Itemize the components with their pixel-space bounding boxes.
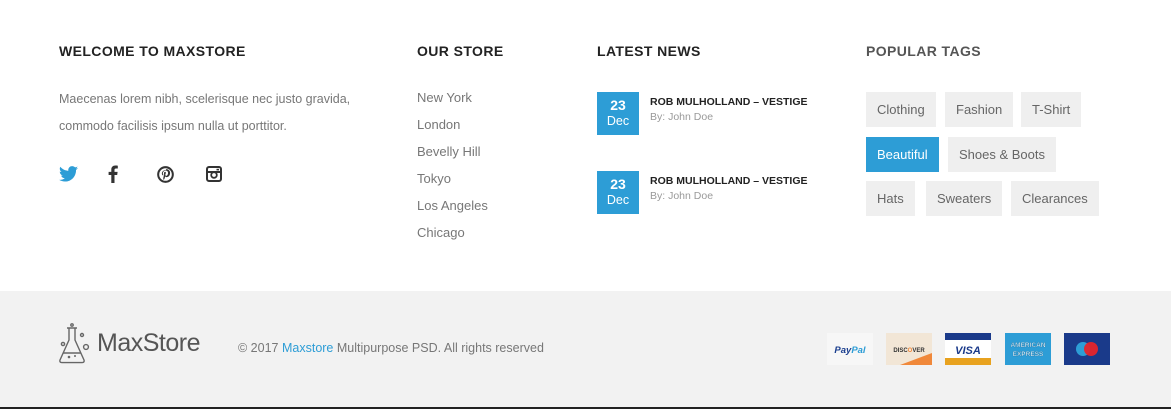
tag-clearances[interactable]: Clearances (1011, 181, 1099, 216)
facebook-icon[interactable] (108, 163, 157, 185)
tag-hats[interactable]: Hats (866, 181, 915, 216)
welcome-text: Maecenas lorem nibh, scelerisque nec jus… (59, 92, 351, 133)
amex-logo: AMERICAN EXPRESS (1005, 333, 1051, 365)
store-title: OUR STORE (417, 43, 504, 59)
svg-text:VISA: VISA (955, 345, 981, 357)
news-author: By: John Doe (650, 190, 714, 202)
copyright: © 2017 Maxstore Multipurpose PSD. All ri… (238, 341, 544, 355)
svg-text:EXPRESS: EXPRESS (1013, 351, 1044, 358)
store-link-chicago[interactable]: Chicago (417, 221, 488, 248)
copyright-prefix: © 2017 (238, 341, 279, 355)
store-link-bevelly-hill[interactable]: Bevelly Hill (417, 140, 488, 167)
news-headline[interactable]: ROB MULHOLLAND – VESTIGE (650, 96, 808, 108)
news-item[interactable]: 23 Dec ROB MULHOLLAND – VESTIGE By: John… (597, 92, 837, 135)
news-day: 23 (610, 97, 626, 113)
tag-t-shirt[interactable]: T-Shirt (1021, 92, 1082, 127)
tag-sweaters[interactable]: Sweaters (926, 181, 1003, 216)
copyright-brand-link[interactable]: Maxstore (282, 341, 333, 355)
news-author: By: John Doe (650, 111, 714, 123)
logo-text: MaxStore (97, 328, 200, 357)
maestro-logo (1064, 333, 1110, 365)
news-item[interactable]: 23 Dec ROB MULHOLLAND – VESTIGE By: John… (597, 171, 837, 214)
tags-title: POPULAR TAGS (866, 43, 981, 59)
store-link-tokyo[interactable]: Tokyo (417, 167, 488, 194)
news-date-badge: 23 Dec (597, 171, 639, 214)
store-link-london[interactable]: London (417, 113, 488, 140)
copyright-suffix: Multipurpose PSD. All rights reserved (336, 341, 544, 355)
welcome-title: WELCOME TO MAXSTORE (59, 43, 246, 59)
discover-logo: DISCOVER (886, 333, 932, 365)
tag-clothing[interactable]: Clothing (866, 92, 936, 127)
news-month: Dec (606, 193, 630, 207)
maxstore-logo[interactable]: MaxStore (58, 322, 200, 364)
svg-text:AMERICAN: AMERICAN (1010, 342, 1045, 349)
news-day: 23 (610, 176, 626, 192)
instagram-icon[interactable] (206, 163, 255, 185)
pinterest-icon[interactable] (157, 163, 206, 185)
store-list: New York London Bevelly Hill Tokyo Los A… (417, 86, 488, 248)
social-links (59, 163, 255, 185)
news-headline[interactable]: ROB MULHOLLAND – VESTIGE (650, 175, 808, 187)
store-link-new-york[interactable]: New York (417, 86, 488, 113)
svg-text:DISCOVER: DISCOVER (893, 348, 925, 354)
visa-logo: VISA (945, 333, 991, 365)
store-link-los-angeles[interactable]: Los Angeles (417, 194, 488, 221)
twitter-icon[interactable] (59, 163, 108, 185)
svg-text:PayPal: PayPal (834, 345, 866, 356)
tag-beautiful[interactable]: Beautiful (866, 137, 939, 172)
footer-top: WELCOME TO MAXSTORE Maecenas lorem nibh,… (0, 0, 1171, 291)
tag-shoes-boots[interactable]: Shoes & Boots (948, 137, 1056, 172)
news-title: LATEST NEWS (597, 43, 701, 59)
news-month: Dec (606, 114, 630, 128)
news-date-badge: 23 Dec (597, 92, 639, 135)
paypal-logo: PayPal (827, 333, 873, 365)
tag-fashion[interactable]: Fashion (945, 92, 1014, 127)
flask-icon (59, 323, 90, 364)
